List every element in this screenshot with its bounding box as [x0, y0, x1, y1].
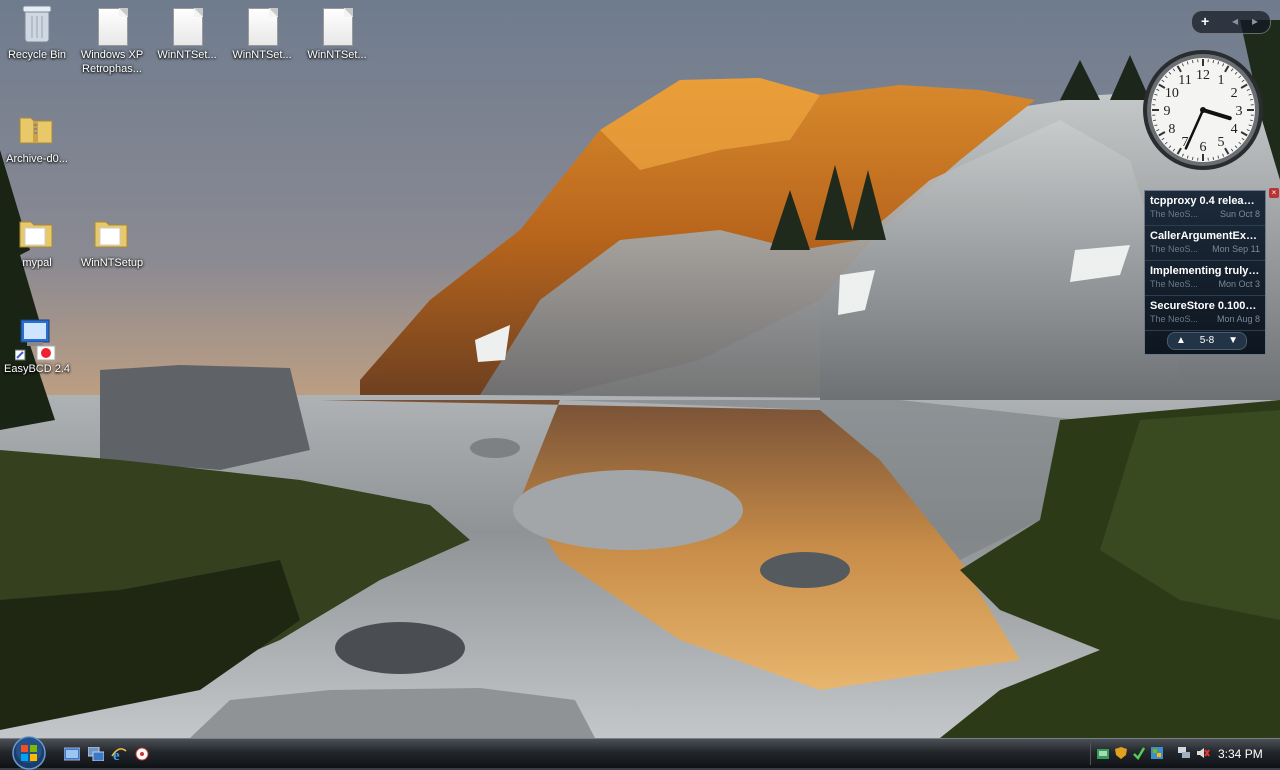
desktop-icon-label: Archive-d0...: [0, 152, 74, 166]
switch-windows-icon[interactable]: [88, 747, 104, 761]
document-icon: [75, 2, 149, 48]
feed-headlines-gadget: tcpproxy 0.4 released The NeoS... Sun Oct…: [1144, 190, 1266, 355]
taskbar: e 3:34 PM: [0, 738, 1280, 768]
network-connection-icon[interactable]: [1177, 746, 1191, 760]
update-icon[interactable]: [1150, 746, 1164, 760]
gadget-close-button[interactable]: ×: [1269, 188, 1279, 198]
tray-divider: [1090, 743, 1091, 765]
desktop-icon-label: WinNTSetup: [75, 256, 149, 270]
clock-gadget[interactable]: 121234567891011: [1141, 48, 1265, 172]
desktop-icon-label: Windows XP Retrophas...: [75, 48, 149, 76]
desktop-icon-label: mypal: [0, 256, 74, 270]
clock-numeral: 3: [1236, 104, 1243, 119]
sidebar-prev-button[interactable]: ◂: [1232, 13, 1238, 29]
desktop-icon-label: Recycle Bin: [0, 48, 74, 62]
security-shield-icon[interactable]: [1114, 746, 1128, 760]
feed-item-title: CallerArgumentExpr...: [1150, 229, 1260, 243]
start-button[interactable]: [9, 736, 49, 770]
recycle-bin-icon: [0, 2, 74, 48]
desktop-icon-winntsetup-folder[interactable]: WinNTSetup: [75, 210, 149, 270]
zip-folder-icon: [0, 106, 74, 152]
feed-prev-button[interactable]: ▲: [1176, 333, 1186, 349]
feed-item-source: The NeoS...: [1150, 313, 1198, 325]
desktop-icon-mypal[interactable]: mypal: [0, 210, 74, 270]
clock-numeral: 8: [1168, 122, 1175, 137]
feed-item[interactable]: tcpproxy 0.4 released The NeoS... Sun Oct…: [1145, 191, 1265, 226]
feed-item[interactable]: SecureStore 0.100: K... The NeoS... Mon A…: [1145, 296, 1265, 331]
desktop-wallpaper: [0, 0, 1280, 738]
clock-numeral: 2: [1231, 86, 1238, 101]
feed-item-date: Mon Sep 11: [1212, 243, 1260, 255]
feed-page-indicator: 5-8: [1200, 335, 1214, 346]
desktop-icon-windows-xp-retrophase[interactable]: Windows XP Retrophas...: [75, 2, 149, 76]
feed-item-date: Mon Aug 8: [1217, 313, 1260, 325]
desktop-icon-label: WinNTSet...: [300, 48, 374, 62]
desktop-icon-winntsetup-file-2[interactable]: WinNTSet...: [225, 2, 299, 62]
desktop-icon-recycle-bin[interactable]: Recycle Bin: [0, 2, 74, 62]
show-desktop-icon[interactable]: [64, 747, 80, 761]
feed-pager: ▲ 5-8 ▼: [1167, 332, 1247, 350]
clock-time[interactable]: 3:34 PM: [1218, 747, 1263, 761]
desktop-icon-easybcd[interactable]: EasyBCD 2.4: [0, 316, 74, 376]
clock-numeral: 6: [1200, 140, 1207, 155]
feed-item-title: Implementing truly s...: [1150, 264, 1260, 278]
clock-numeral: 9: [1164, 104, 1171, 119]
desktop-icon-winntsetup-file-1[interactable]: WinNTSet...: [150, 2, 224, 62]
volume-muted-icon[interactable]: [1196, 746, 1210, 760]
desktop-icon-label: WinNTSet...: [150, 48, 224, 62]
desktop-icon-label: EasyBCD 2.4: [0, 362, 74, 376]
network-icon[interactable]: [1096, 746, 1110, 760]
feed-item-source: The NeoS...: [1150, 278, 1198, 290]
clock-numeral: 11: [1178, 73, 1191, 88]
safely-remove-icon[interactable]: [1132, 746, 1146, 760]
add-gadget-button[interactable]: +: [1201, 13, 1209, 29]
document-icon: [300, 2, 374, 48]
clock-numeral: 12: [1196, 68, 1210, 83]
feed-item-title: SecureStore 0.100: K...: [1150, 299, 1260, 313]
internet-explorer-icon[interactable]: e: [111, 747, 127, 761]
feed-item[interactable]: Implementing truly s... The NeoS... Mon O…: [1145, 261, 1265, 296]
clock-numeral: 10: [1165, 86, 1179, 101]
folder-icon: [0, 210, 74, 256]
desktop-icon-archive[interactable]: Archive-d0...: [0, 106, 74, 166]
feed-item-title: tcpproxy 0.4 released: [1150, 194, 1260, 208]
clock-numeral: 4: [1231, 122, 1238, 137]
feed-item-source: The NeoS...: [1150, 208, 1198, 220]
clock-numeral: 1: [1218, 73, 1225, 88]
feed-item-source: The NeoS...: [1150, 243, 1198, 255]
sidebar-controls: + ◂ ▸: [1191, 10, 1271, 34]
document-icon: [150, 2, 224, 48]
document-icon: [225, 2, 299, 48]
easybcd-icon: [0, 316, 74, 362]
desktop-icon-label: WinNTSet...: [225, 48, 299, 62]
sidebar-next-button[interactable]: ▸: [1252, 13, 1258, 29]
feed-item[interactable]: CallerArgumentExpr... The NeoS... Mon Sep…: [1145, 226, 1265, 261]
media-icon[interactable]: [134, 747, 150, 761]
feed-next-button[interactable]: ▼: [1228, 333, 1238, 349]
folder-icon: [75, 210, 149, 256]
feed-item-date: Mon Oct 3: [1218, 278, 1260, 290]
clock-numeral: 5: [1218, 135, 1225, 150]
feed-item-date: Sun Oct 8: [1220, 208, 1260, 220]
desktop-icon-winntsetup-file-3[interactable]: WinNTSet...: [300, 2, 374, 62]
